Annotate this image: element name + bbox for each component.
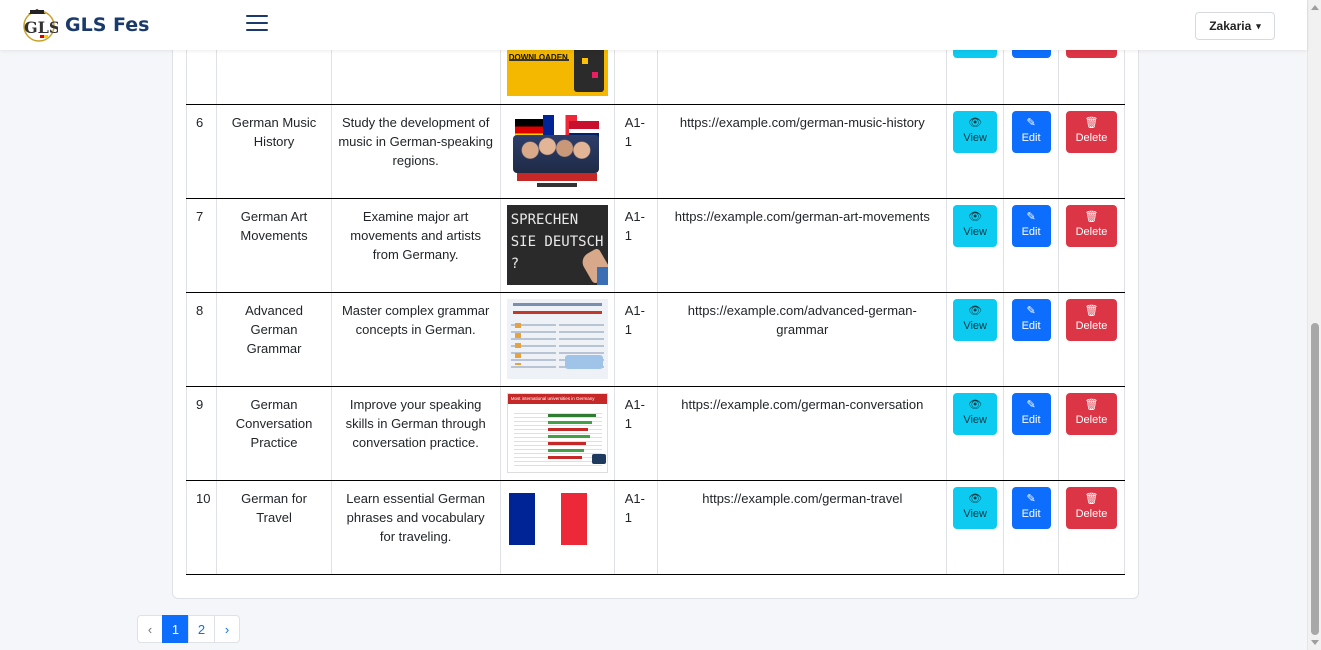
edit-button[interactable]: ✎ Edit: [1011, 204, 1051, 247]
row-url: https://example.com/german-conversation: [657, 386, 948, 481]
trash-icon: 🗑: [1084, 399, 1099, 411]
delete-button[interactable]: 🗑 Delete: [1066, 486, 1118, 529]
eye-icon: 👁: [968, 117, 983, 129]
edit-icon: ✎: [1026, 211, 1036, 223]
scrollbar-thumb[interactable]: [1311, 323, 1319, 635]
lesson-image: [506, 110, 608, 191]
eye-icon: 👁: [968, 493, 983, 505]
row-level: A1-1: [614, 104, 659, 199]
row-id: 7: [185, 198, 218, 293]
trash-icon: 🗑: [1084, 493, 1099, 505]
row-level: A1-1: [614, 198, 659, 293]
view-button[interactable]: 👁 View: [953, 298, 998, 341]
row-level: A1-1: [614, 386, 659, 481]
view-button[interactable]: 👁 View: [953, 486, 998, 529]
edit-button[interactable]: ✎ Edit: [1011, 392, 1051, 435]
edit-button[interactable]: ✎ Edit: [1011, 110, 1051, 153]
row-description: Improve your speaking skills in German t…: [331, 386, 501, 481]
row-url: https://example.com/advanced-german-gram…: [657, 292, 948, 387]
lesson-image: Most international universities in Germa…: [506, 392, 608, 473]
lesson-image: SPRECHEN SIE DEUTSCH ?: [506, 204, 608, 285]
edit-icon: ✎: [1026, 305, 1036, 317]
row-title: German Art Movements: [216, 198, 332, 293]
eye-icon: 👁: [968, 305, 983, 317]
brand-name[interactable]: GLS Fes: [65, 14, 149, 36]
user-dropdown-button[interactable]: Zakaria ▾: [1195, 12, 1275, 40]
table-row: 10 German for Travel Learn essential Ger…: [185, 480, 1125, 575]
row-level: A1-1: [614, 292, 659, 387]
row-id: 9: [185, 386, 218, 481]
table-row: 7 German Art Movements Examine major art…: [185, 198, 1125, 293]
row-level: A1-1: [614, 480, 659, 575]
lessons-table: DOWNLOADEN 6 German Music History Study …: [185, 0, 1125, 575]
view-button[interactable]: 👁 View: [953, 110, 998, 153]
row-description: Learn essential German phrases and vocab…: [331, 480, 501, 575]
lesson-image: [508, 492, 587, 545]
view-button[interactable]: 👁 View: [953, 392, 998, 435]
gls-logo[interactable]: GLS: [20, 7, 60, 43]
scroll-up-icon[interactable]: [1311, 5, 1319, 10]
delete-button[interactable]: 🗑 Delete: [1066, 392, 1118, 435]
edit-button[interactable]: ✎ Edit: [1011, 298, 1051, 341]
row-id: 8: [185, 292, 218, 387]
row-title: German for Travel: [216, 480, 332, 575]
menu-toggle-icon[interactable]: [246, 15, 268, 33]
delete-button[interactable]: 🗑 Delete: [1066, 110, 1118, 153]
pagination: ‹ 1 2 ›: [137, 615, 240, 643]
prev-page-button[interactable]: ‹: [137, 615, 163, 643]
page-button-2[interactable]: 2: [188, 615, 215, 643]
row-description: Study the development of music in German…: [331, 104, 501, 199]
lesson-image: [506, 298, 608, 379]
table-row: 9 German Conversation Practice Improve y…: [185, 386, 1125, 481]
delete-button[interactable]: 🗑 Delete: [1066, 298, 1118, 341]
svg-text:GLS: GLS: [24, 18, 58, 37]
row-id: 10: [185, 480, 218, 575]
row-title: German Conversation Practice: [216, 386, 332, 481]
eye-icon: 👁: [968, 399, 983, 411]
top-navbar: GLS GLS Fes Zakaria ▾: [0, 0, 1307, 50]
row-description: Examine major art movements and artists …: [331, 198, 501, 293]
trash-icon: 🗑: [1084, 117, 1099, 129]
row-url: https://example.com/german-music-history: [657, 104, 948, 199]
row-url: https://example.com/german-travel: [657, 480, 948, 575]
edit-icon: ✎: [1026, 399, 1036, 411]
scroll-down-icon[interactable]: [1311, 640, 1319, 645]
row-url: https://example.com/german-art-movements: [657, 198, 948, 293]
row-title: German Music History: [216, 104, 332, 199]
page-button-1[interactable]: 1: [162, 615, 189, 643]
next-page-button[interactable]: ›: [214, 615, 240, 643]
eye-icon: 👁: [968, 211, 983, 223]
user-name: Zakaria: [1209, 19, 1252, 33]
row-id: 6: [185, 104, 218, 199]
row-title: Advanced German Grammar: [216, 292, 332, 387]
view-button[interactable]: 👁 View: [953, 204, 998, 247]
row-description: Master complex grammar concepts in Germa…: [331, 292, 501, 387]
table-row: 6 German Music History Study the develop…: [185, 104, 1125, 199]
vertical-scrollbar[interactable]: [1307, 0, 1321, 650]
edit-icon: ✎: [1026, 117, 1036, 129]
edit-button[interactable]: ✎ Edit: [1011, 486, 1051, 529]
chevron-down-icon: ▾: [1256, 20, 1261, 31]
trash-icon: 🗑: [1084, 305, 1099, 317]
table-row: 8 Advanced German Grammar Master complex…: [185, 292, 1125, 387]
delete-button[interactable]: 🗑 Delete: [1066, 204, 1118, 247]
trash-icon: 🗑: [1084, 211, 1099, 223]
edit-icon: ✎: [1026, 493, 1036, 505]
